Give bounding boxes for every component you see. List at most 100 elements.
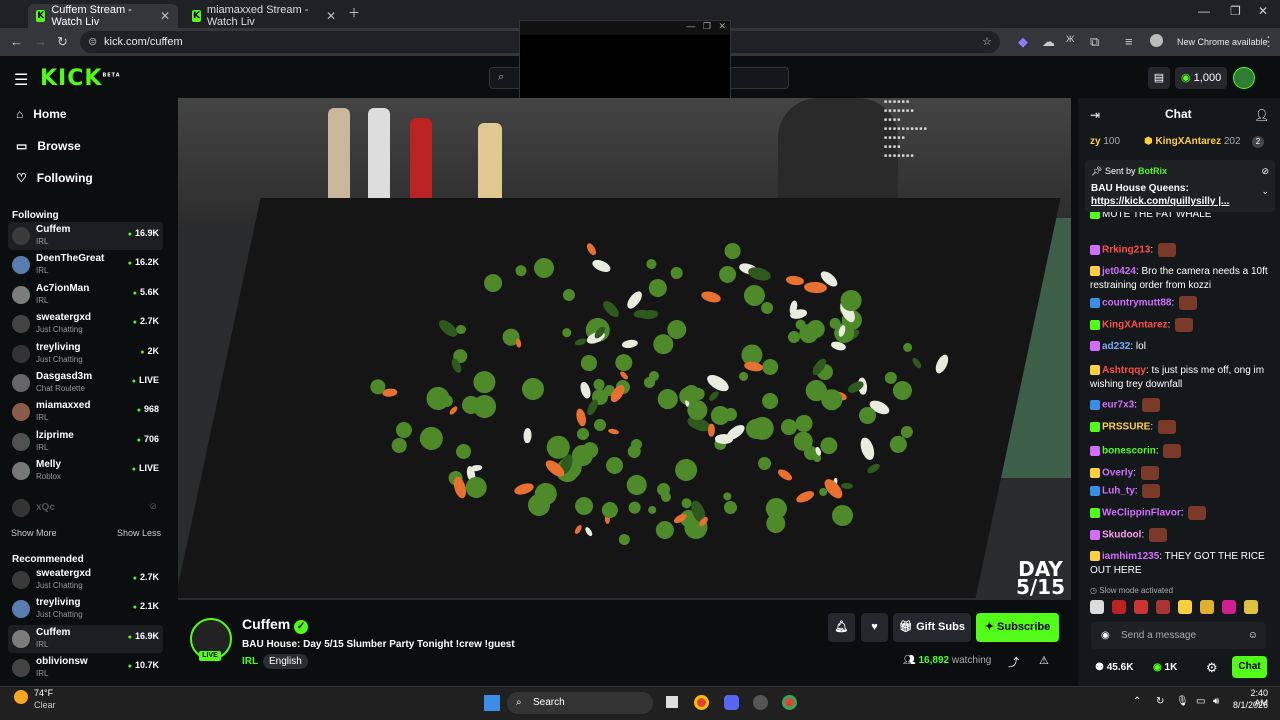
chat-username[interactable]: Overly — [1102, 468, 1133, 479]
show-less-button[interactable]: Show Less — [117, 528, 161, 538]
offline-channel[interactable]: xQc ⊘ — [8, 494, 163, 522]
language-tag[interactable]: English — [263, 654, 308, 669]
chat-users-icon[interactable]: 👤︎ — [1254, 108, 1269, 122]
chat-username[interactable]: Rrking213 — [1102, 245, 1150, 256]
sidebar-channel[interactable]: sweatergxdJust Chatting 2.7K — [8, 310, 163, 338]
category-link[interactable]: IRL — [242, 656, 258, 667]
emote-image[interactable] — [1244, 600, 1258, 614]
monitor-icon[interactable]: ▭ — [1196, 696, 1205, 707]
emote-image[interactable] — [1178, 600, 1192, 614]
pinned-message[interactable]: 📌︎ Sent by BotRix BAU House Queens: http… — [1085, 160, 1275, 212]
bell-icon[interactable]: 🔔︎ — [828, 613, 855, 642]
collapse-chat-icon[interactable]: ⇥ — [1090, 108, 1100, 122]
gifters-more-badge[interactable]: 2 — [1252, 136, 1264, 148]
sidebar-channel[interactable]: oblivionswIRL 10.7K — [8, 654, 163, 682]
chat-username[interactable]: Skudool — [1102, 530, 1141, 541]
emote-image[interactable] — [1134, 600, 1148, 614]
back-icon[interactable]: ← — [10, 34, 23, 49]
pinned-link[interactable]: https://kick.com/quillysilly |... — [1091, 196, 1229, 207]
chat-send-button[interactable]: Chat — [1232, 656, 1267, 678]
settings-gear-icon[interactable]: ⚙ — [1206, 660, 1218, 676]
chat-username[interactable]: ad232 — [1102, 341, 1130, 352]
sidebar-channel[interactable]: CuffemIRL16.9K — [8, 624, 163, 653]
kick-logo[interactable]: KICKBETA — [40, 66, 121, 91]
sync-icon[interactable]: ↻ — [1156, 696, 1164, 707]
chat-username[interactable]: iamhim1235 — [1102, 551, 1159, 562]
site-info-icon[interactable]: ⊜ — [88, 31, 97, 53]
nav-browse[interactable]: ▭ Browse — [16, 139, 81, 153]
emote-image[interactable] — [1200, 600, 1214, 614]
new-tab-icon[interactable]: ＋ — [348, 4, 360, 21]
maximize-icon[interactable]: ❐ — [1230, 4, 1241, 18]
streamer-name[interactable]: Cuffem ✓ — [242, 616, 309, 634]
sidebar-channel[interactable]: Ac7ionManIRL 5.6K — [8, 281, 163, 309]
sidebar-channel[interactable]: lziprimeIRL 706 — [8, 428, 163, 456]
sidebar-channel[interactable]: CuffemIRL16.9K — [8, 222, 163, 250]
extensions-puzzle-icon[interactable]: ⧉ — [1090, 34, 1099, 50]
chrome-icon[interactable] — [694, 695, 709, 710]
chevron-down-icon[interactable]: ⌄ — [1261, 186, 1269, 197]
chat-username[interactable]: KingXAntarez — [1102, 320, 1168, 331]
menu-dots-icon[interactable]: ⋮ — [1262, 34, 1275, 50]
dashboard-icon[interactable]: ▤ — [1148, 67, 1170, 89]
video-player[interactable]: ■ ■ ■ ■ ■ ■ ■ ■ ■ ■ ■ ■ ■ ■ ■ ■ ■ ■ ■ ■ ■ ■… — [178, 98, 1071, 600]
sidebar-channel[interactable]: DeenTheGreatIRL 16.2K — [8, 251, 163, 279]
chrome-icon[interactable] — [782, 695, 797, 710]
extension-icon[interactable]: Ж — [1066, 34, 1074, 44]
hamburger-menu-icon[interactable]: ☰ — [14, 70, 28, 90]
show-more-button[interactable]: Show More — [11, 528, 57, 538]
reading-list-icon[interactable]: ≡ — [1125, 34, 1133, 49]
top-gifter[interactable]: zy 100 — [1090, 136, 1120, 147]
bookmark-star-icon[interactable]: ☆ — [982, 31, 992, 53]
emote-image[interactable] — [1112, 600, 1126, 614]
sidebar-channel[interactable]: treylivingJust Chatting 2K — [8, 340, 163, 368]
close-window-icon[interactable]: ✕ — [1258, 4, 1268, 18]
chat-username[interactable]: jet0424 — [1102, 266, 1136, 277]
sidebar-channel[interactable]: Dasgasd3m Chat Roulette LIVE — [8, 369, 163, 397]
browser-tab[interactable]: K Cuffem Stream - Watch Liv ✕ — [28, 4, 178, 28]
extension-icon[interactable]: ☁ — [1042, 34, 1055, 50]
user-avatar[interactable] — [1233, 67, 1255, 89]
profile-avatar[interactable] — [1150, 34, 1163, 47]
nav-following[interactable]: ♡ Following — [16, 171, 93, 185]
chat-username[interactable]: Luh_ty — [1102, 486, 1135, 497]
emote-image[interactable] — [1090, 600, 1104, 614]
close-tab-icon[interactable]: ✕ — [326, 9, 336, 23]
forward-icon[interactable]: → — [34, 34, 47, 49]
top-gifter[interactable]: ⬢ KingXAntarez 202 — [1144, 136, 1241, 147]
mic-icon[interactable]: 🎙︎ — [1176, 696, 1189, 707]
sidebar-channel[interactable]: MellyRoblox LIVE — [8, 457, 163, 485]
app-icon[interactable] — [753, 695, 768, 710]
volume-icon[interactable]: 🔊︎ — [1213, 696, 1219, 707]
browser-tab[interactable]: K miamaxxed Stream - Watch Liv ✕ — [184, 4, 344, 28]
emote-image[interactable] — [1222, 600, 1236, 614]
minimize-icon[interactable]: — — [1198, 4, 1210, 18]
emote-image[interactable] — [1156, 600, 1170, 614]
chat-username[interactable]: Ashtrqqy — [1102, 365, 1146, 376]
emoji-picker-icon[interactable]: ☺ — [1248, 622, 1258, 649]
subscribe-button[interactable]: ✦ Subscribe — [976, 613, 1059, 642]
unpin-icon[interactable]: ⊘ — [1261, 166, 1269, 177]
nav-home[interactable]: ⌂ Home — [16, 107, 67, 121]
sidebar-channel[interactable]: treylivingJust Chatting 2.1K — [8, 595, 163, 623]
close-tab-icon[interactable]: ✕ — [160, 9, 170, 23]
taskbar-search[interactable]: ⌕ Search — [507, 692, 653, 714]
kick-points[interactable]: ◉ 1K — [1153, 662, 1177, 673]
task-view-icon[interactable] — [666, 696, 678, 708]
extension-icon[interactable]: ◆ — [1018, 34, 1028, 50]
points-display[interactable]: ⚉ 45.6K — [1095, 662, 1133, 673]
chat-input[interactable]: ◉ Send a message ☺ — [1091, 622, 1266, 649]
chat-username[interactable]: countrymutt88 — [1102, 298, 1171, 309]
kick-coins-button[interactable]: ◉ 1,000 — [1175, 67, 1227, 89]
update-notice[interactable]: New Chrome available — [1177, 37, 1268, 47]
report-icon[interactable]: ⚠ — [1039, 654, 1049, 667]
chat-username[interactable]: bonescorin — [1102, 446, 1156, 457]
discord-icon[interactable] — [724, 695, 739, 710]
chat-username[interactable]: eur7x3 — [1102, 400, 1134, 411]
sidebar-channel[interactable]: miamaxxedIRL 968 — [8, 398, 163, 426]
gift-subs-button[interactable]: 🎁︎ Gift Subs — [893, 613, 971, 642]
tray-chevron-icon[interactable]: ⌃ — [1133, 696, 1141, 707]
popup-titlebar[interactable]: — ❐ ✕ — [520, 21, 730, 35]
chat-username[interactable]: WeClippinFlavor — [1102, 508, 1181, 519]
weather-temp[interactable]: 74°F — [34, 688, 53, 698]
